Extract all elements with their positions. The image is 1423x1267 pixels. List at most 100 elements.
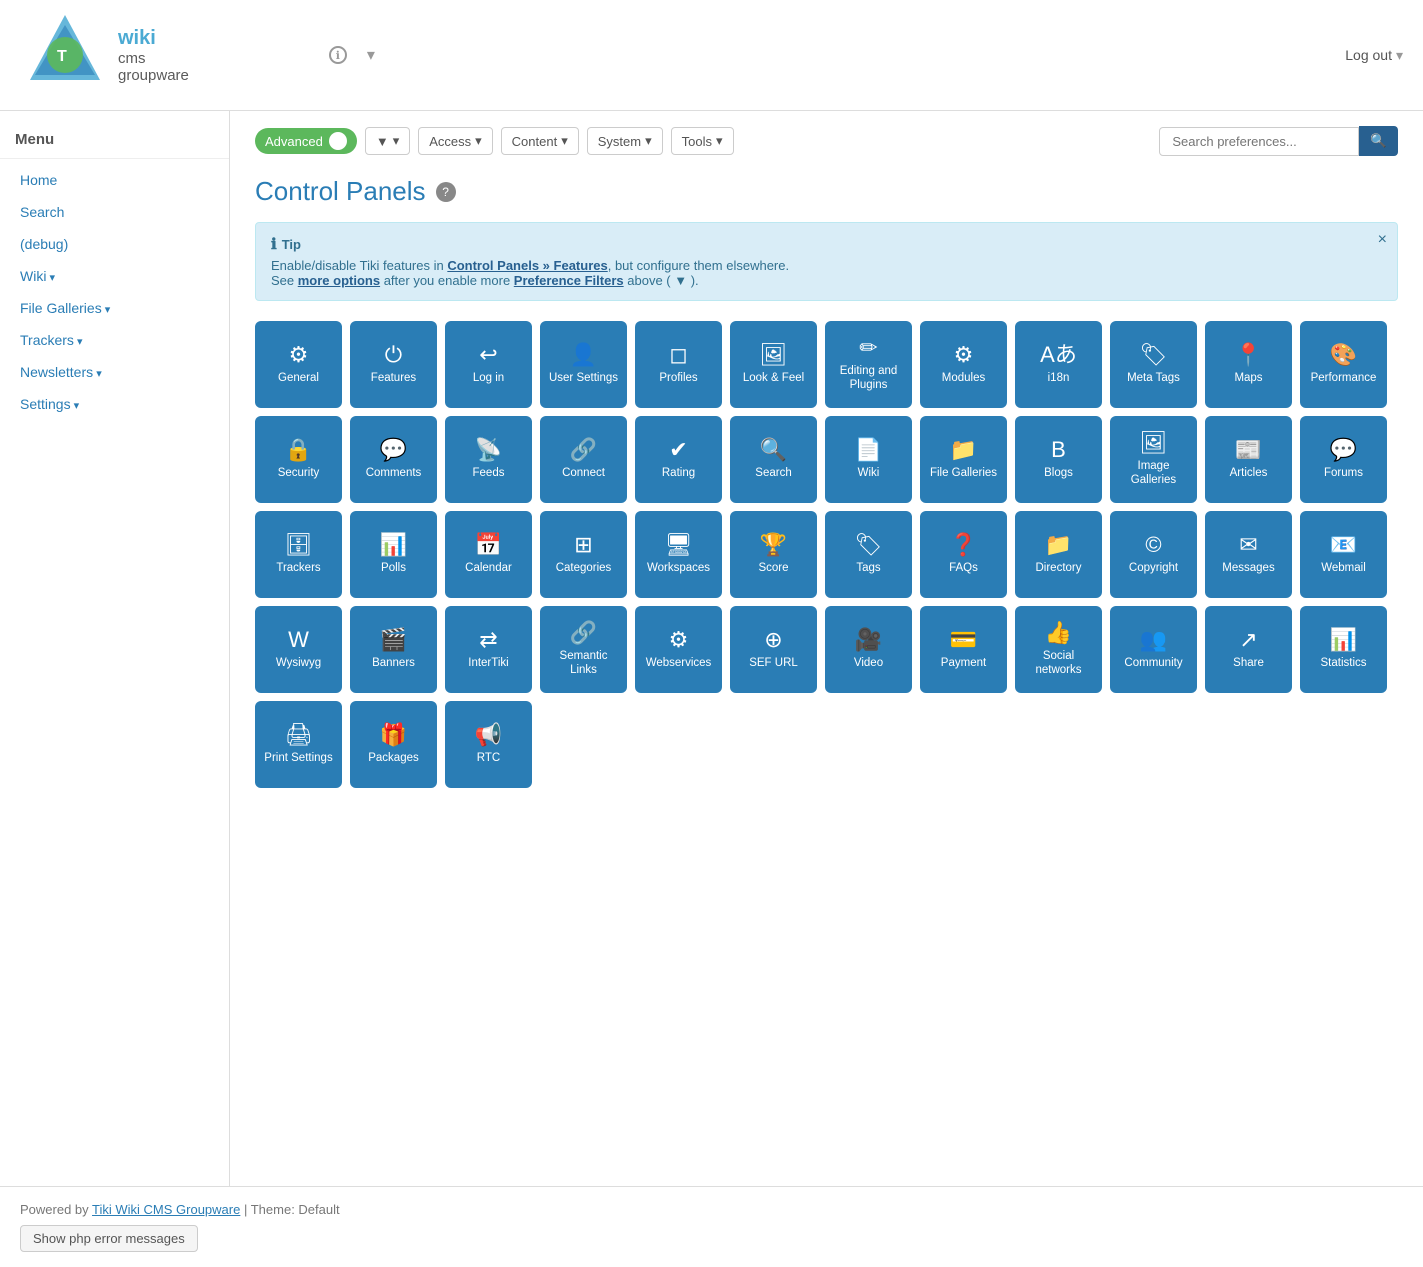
- panel-btn-sef-url[interactable]: ⊕ SEF URL: [730, 606, 817, 693]
- panel-btn-modules[interactable]: ⚙ Modules: [920, 321, 1007, 408]
- panel-btn-directory[interactable]: 📁 Directory: [1015, 511, 1102, 598]
- sidebar-item-file-galleries[interactable]: File Galleries: [0, 292, 229, 324]
- panel-btn-packages[interactable]: 🎁 Packages: [350, 701, 437, 788]
- show-php-errors-button[interactable]: Show php error messages: [20, 1225, 198, 1252]
- panel-btn-payment[interactable]: 💳 Payment: [920, 606, 1007, 693]
- panel-btn-video[interactable]: 🎥 Video: [825, 606, 912, 693]
- panel-icon: ⚙: [954, 344, 974, 366]
- panel-label: Blogs: [1044, 467, 1073, 481]
- panel-btn-file-galleries[interactable]: 📁 File Galleries: [920, 416, 1007, 503]
- panel-btn-image-galleries[interactable]: 🖼 Image Galleries: [1110, 416, 1197, 503]
- panel-btn-webmail[interactable]: 📧 Webmail: [1300, 511, 1387, 598]
- system-label: System: [598, 134, 641, 149]
- access-chevron: ▾: [475, 133, 482, 149]
- panel-btn-maps[interactable]: 📍 Maps: [1205, 321, 1292, 408]
- panel-btn-wysiwyg[interactable]: W Wysiwyg: [255, 606, 342, 693]
- sidebar-item-trackers[interactable]: Trackers: [0, 324, 229, 356]
- sidebar-item-search[interactable]: Search: [0, 196, 229, 228]
- panel-label: User Settings: [549, 372, 618, 386]
- panel-btn-forums[interactable]: 💬 Forums: [1300, 416, 1387, 503]
- panel-icon: ❓: [950, 534, 977, 556]
- content-area: Advanced ▼ ▾ Access ▾ Content ▾ System ▾…: [230, 111, 1423, 1186]
- sidebar-item-home[interactable]: Home: [0, 164, 229, 196]
- sidebar-item-debug[interactable]: (debug): [0, 228, 229, 260]
- tip-close-button[interactable]: ×: [1378, 231, 1387, 249]
- panel-btn-webservices[interactable]: ⚙ Webservices: [635, 606, 722, 693]
- content-button[interactable]: Content ▾: [501, 127, 579, 155]
- access-label: Access: [429, 134, 471, 149]
- panel-btn-profiles[interactable]: ◻ Profiles: [635, 321, 722, 408]
- panel-btn-copyright[interactable]: © Copyright: [1110, 511, 1197, 598]
- panel-btn-calendar[interactable]: 📅 Calendar: [445, 511, 532, 598]
- filter-button[interactable]: ▼ ▾: [365, 127, 410, 155]
- panel-btn-performance[interactable]: 🎨 Performance: [1300, 321, 1387, 408]
- panel-btn-categories[interactable]: ⊞ Categories: [540, 511, 627, 598]
- panel-btn-trackers[interactable]: 🗄 Trackers: [255, 511, 342, 598]
- sidebar-item-wiki[interactable]: Wiki: [0, 260, 229, 292]
- panel-btn-general[interactable]: ⚙ General: [255, 321, 342, 408]
- panel-btn-wiki[interactable]: 📄 Wiki: [825, 416, 912, 503]
- tiki-link[interactable]: Tiki Wiki CMS Groupware: [92, 1202, 240, 1217]
- panel-btn-faqs[interactable]: ❓ FAQs: [920, 511, 1007, 598]
- panel-btn-editing-and-plugins[interactable]: ✏ Editing and Plugins: [825, 321, 912, 408]
- panel-btn-search[interactable]: 🔍 Search: [730, 416, 817, 503]
- sidebar-item-settings[interactable]: Settings: [0, 388, 229, 420]
- panel-label: Payment: [941, 657, 986, 671]
- panel-label: Image Galleries: [1118, 460, 1189, 488]
- panel-btn-feeds[interactable]: 📡 Feeds: [445, 416, 532, 503]
- system-button[interactable]: System ▾: [587, 127, 663, 155]
- panel-btn-rating[interactable]: ✔ Rating: [635, 416, 722, 503]
- panel-btn-intertiki[interactable]: ⇄ InterTiki: [445, 606, 532, 693]
- panel-btn-statistics[interactable]: 📊 Statistics: [1300, 606, 1387, 693]
- panel-btn-polls[interactable]: 📊 Polls: [350, 511, 437, 598]
- panel-btn-comments[interactable]: 💬 Comments: [350, 416, 437, 503]
- panel-btn-user-settings[interactable]: 👤 User Settings: [540, 321, 627, 408]
- panel-label: Log in: [473, 372, 504, 386]
- search-input[interactable]: [1159, 127, 1359, 156]
- panel-btn-log-in[interactable]: ↩ Log in: [445, 321, 532, 408]
- panel-icon: 💳: [950, 629, 977, 651]
- panel-label: File Galleries: [930, 467, 997, 481]
- panel-label: Workspaces: [647, 562, 710, 576]
- panel-btn-messages[interactable]: ✉ Messages: [1205, 511, 1292, 598]
- panel-label: Calendar: [465, 562, 512, 576]
- panel-label: Forums: [1324, 467, 1363, 481]
- logout-button[interactable]: Log out: [1345, 47, 1392, 63]
- panel-btn-connect[interactable]: 🔗 Connect: [540, 416, 627, 503]
- tools-label: Tools: [682, 134, 712, 149]
- panel-btn-meta-tags[interactable]: 🏷 Meta Tags: [1110, 321, 1197, 408]
- panel-btn-articles[interactable]: 📰 Articles: [1205, 416, 1292, 503]
- panel-btn-features[interactable]: ⏻ Features: [350, 321, 437, 408]
- panel-btn-print-settings[interactable]: 🖨 Print Settings: [255, 701, 342, 788]
- panel-label: General: [278, 372, 319, 386]
- panel-btn-workspaces[interactable]: 🖥 Workspaces: [635, 511, 722, 598]
- tip-link-preference-filters[interactable]: Preference Filters: [514, 273, 624, 288]
- content-label: Content: [512, 134, 558, 149]
- search-button[interactable]: 🔍: [1359, 126, 1398, 156]
- panel-btn-rtc[interactable]: 📢 RTC: [445, 701, 532, 788]
- panel-btn-security[interactable]: 🔒 Security: [255, 416, 342, 503]
- tip-link-features[interactable]: Control Panels » Features: [447, 258, 607, 273]
- access-button[interactable]: Access ▾: [418, 127, 492, 155]
- panel-btn-i18n[interactable]: Aあ i18n: [1015, 321, 1102, 408]
- panel-btn-blogs[interactable]: B Blogs: [1015, 416, 1102, 503]
- panel-btn-share[interactable]: ↗ Share: [1205, 606, 1292, 693]
- advanced-toggle[interactable]: Advanced: [255, 128, 357, 154]
- panel-btn-banners[interactable]: 🎬 Banners: [350, 606, 437, 693]
- tip-title: ℹ Tip: [271, 235, 1382, 253]
- panel-btn-social-networks[interactable]: 👍 Social networks: [1015, 606, 1102, 693]
- panel-label: Wysiwyg: [276, 657, 321, 671]
- panel-btn-score[interactable]: 🏆 Score: [730, 511, 817, 598]
- tip-link-more-options[interactable]: more options: [298, 273, 380, 288]
- panel-btn-look-&-feel[interactable]: 🖼 Look & Feel: [730, 321, 817, 408]
- help-icon[interactable]: ?: [436, 182, 456, 202]
- panel-btn-semantic-links[interactable]: 🔗 Semantic Links: [540, 606, 627, 693]
- tools-button[interactable]: Tools ▾: [671, 127, 734, 155]
- info-icon[interactable]: ℹ: [329, 46, 347, 64]
- chevron-down-icon[interactable]: ▾: [362, 46, 380, 64]
- panel-icon: ✏: [859, 337, 877, 359]
- panel-icon: 🔒: [285, 439, 312, 461]
- panel-btn-community[interactable]: 👥 Community: [1110, 606, 1197, 693]
- panel-btn-tags[interactable]: 🏷 Tags: [825, 511, 912, 598]
- sidebar-item-newsletters[interactable]: Newsletters: [0, 356, 229, 388]
